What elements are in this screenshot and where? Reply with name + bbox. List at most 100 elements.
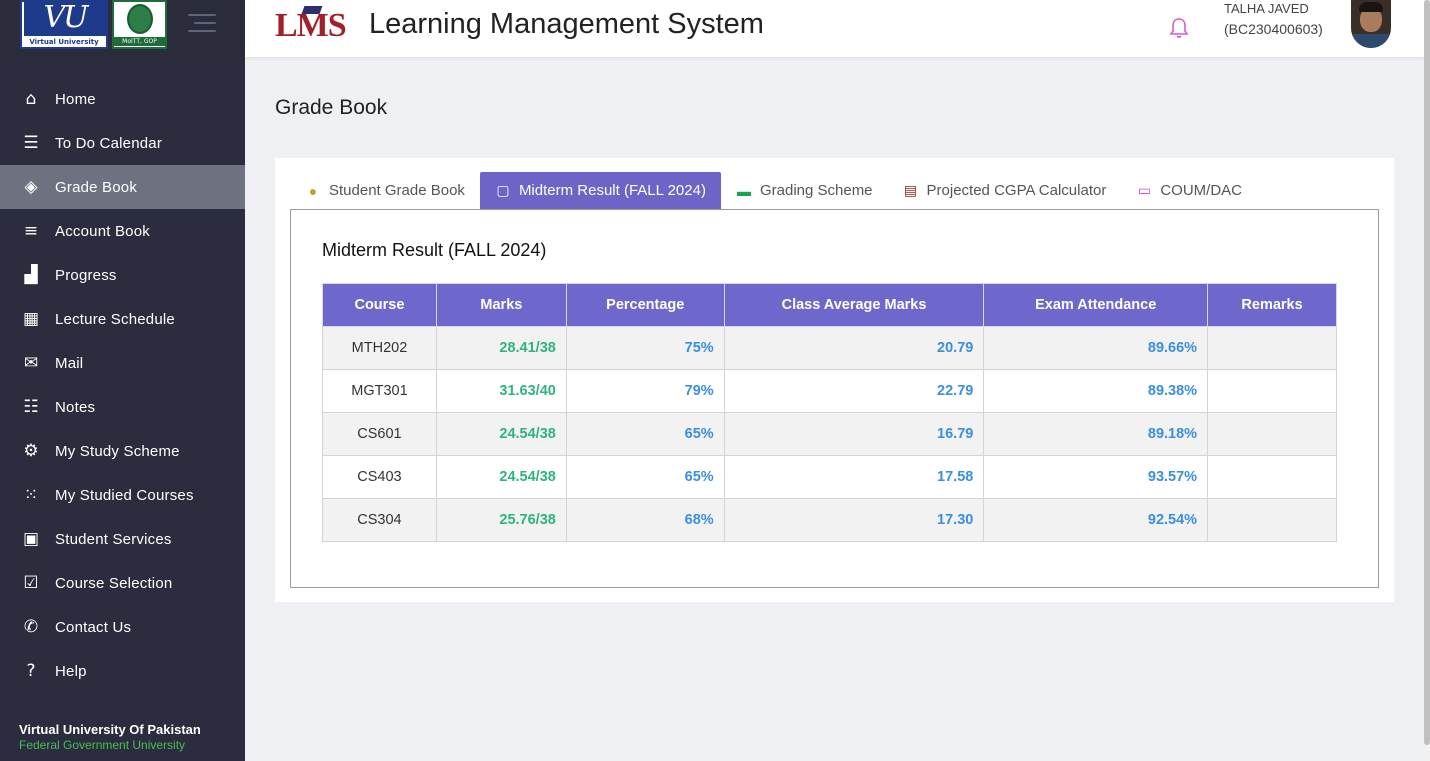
table-body: MTH202 28.41/38 75% 20.79 89.66% MGT301 31.63/…: [322, 326, 1337, 542]
tab-projected-cgpa-calculator[interactable]: ▤ Projected CGPA Calculator: [888, 172, 1122, 209]
sidebar-item-label: My Studied Courses: [55, 486, 194, 504]
result-title: Midterm Result (FALL 2024): [322, 240, 547, 260]
vu-logo[interactable]: VU Virtual University: [20, 0, 108, 49]
tab-midterm-result-fall-2024[interactable]: ▢ Midterm Result (FALL 2024): [479, 172, 721, 209]
sidebar-item-my-study-scheme[interactable]: ⚙ My Study Scheme: [0, 429, 245, 473]
sidebar-item-notes[interactable]: ☷ Notes: [0, 385, 245, 429]
sidebar-item-lecture-schedule[interactable]: ▦ Lecture Schedule: [0, 297, 245, 341]
sidebar-item-account-book[interactable]: ≡ Account Book: [0, 209, 245, 253]
checklist-icon: ☷: [23, 397, 39, 417]
column-header[interactable]: Exam Attendance: [983, 283, 1209, 327]
home-icon: ⌂: [25, 89, 37, 109]
table-row: MTH202 28.41/38 75% 20.79 89.66%: [322, 326, 1337, 370]
cell-remarks: [1207, 369, 1337, 413]
page-scrollbar[interactable]: [1424, 0, 1430, 761]
question-icon: ?: [26, 661, 36, 681]
calculator-icon: ▤: [903, 182, 918, 198]
cell-marks: 24.54/38: [435, 455, 567, 499]
sidebar-item-course-selection[interactable]: ☑ Course Selection: [0, 561, 245, 605]
cell-attendance: 89.66%: [983, 326, 1209, 370]
menu-toggle-icon[interactable]: [188, 14, 216, 34]
sidebar-item-label: Mail: [55, 354, 84, 372]
sidebar-item-grade-book[interactable]: ◈ Grade Book: [0, 165, 245, 209]
cell-marks: 28.41/38: [435, 326, 567, 370]
lms-logo[interactable]: LMS: [275, 6, 347, 46]
bell-icon[interactable]: [1169, 17, 1189, 39]
mail-icon: ✉: [23, 353, 39, 373]
clipboard-icon: ▢: [496, 182, 510, 198]
cell-percentage: 79%: [565, 369, 725, 413]
tab-label: Student Grade Book: [329, 182, 465, 199]
column-header[interactable]: Marks: [435, 283, 567, 327]
sidebar-item-label: Contact Us: [55, 618, 132, 636]
user-name: TALHA JAVED: [1224, 1, 1309, 16]
cell-percentage: 75%: [565, 326, 725, 370]
avatar[interactable]: [1351, 0, 1391, 48]
cell-marks: 25.76/38: [435, 498, 567, 542]
scrollbar-thumb[interactable]: [1424, 0, 1430, 745]
sidebar-item-label: My Study Scheme: [55, 442, 180, 460]
gear-icon: ⚙: [23, 441, 39, 461]
cell-percentage: 68%: [565, 498, 725, 542]
column-header[interactable]: Remarks: [1207, 283, 1337, 327]
tab-label: Projected CGPA Calculator: [926, 182, 1107, 199]
sidebar-item-home[interactable]: ⌂ Home: [0, 77, 245, 121]
vu-logo-text: Virtual University: [29, 38, 99, 46]
sidebar-item-label: Progress: [55, 266, 117, 284]
bag-icon: ▣: [22, 529, 40, 549]
column-header[interactable]: Course: [322, 283, 437, 327]
sidebar-item-label: Grade Book: [55, 178, 138, 196]
column-header[interactable]: Percentage: [565, 283, 725, 327]
grid-icon: ⁙: [23, 485, 39, 505]
cell-course: CS601: [322, 412, 437, 456]
list-icon: ☰: [23, 133, 39, 153]
vu-logo-mark: VU: [24, 0, 106, 36]
sidebar-item-contact-us[interactable]: ✆ Contact Us: [0, 605, 245, 649]
calendar-check-icon: ☑: [23, 573, 39, 593]
tab-grading-scheme[interactable]: ▬ Grading Scheme: [721, 172, 888, 209]
app-title: Learning Management System: [369, 8, 764, 40]
cell-class-avg: 17.58: [723, 455, 985, 499]
logo-area: VU Virtual University MoITT, GOP: [0, 0, 245, 57]
sidebar-item-progress[interactable]: ▟ Progress: [0, 253, 245, 297]
sidebar-item-help[interactable]: ? Help: [0, 649, 245, 693]
sliders-icon: ≡: [23, 221, 39, 241]
gop-logo: MoITT, GOP: [112, 0, 167, 49]
sidebar-item-student-services[interactable]: ▣ Student Services: [0, 517, 245, 561]
cell-remarks: [1207, 326, 1337, 370]
cell-course: MGT301: [322, 369, 437, 413]
cell-class-avg: 16.79: [723, 412, 985, 456]
cell-class-avg: 20.79: [723, 326, 985, 370]
cell-attendance: 93.57%: [983, 455, 1209, 499]
sidebar-nav: ⌂ Home ☰ To Do Calendar ◈ Grade Book ≡ Account …: [0, 77, 245, 693]
cell-course: MTH202: [322, 326, 437, 370]
phone-icon: ✆: [23, 617, 39, 637]
cell-remarks: [1207, 455, 1337, 499]
sidebar-item-to-do-calendar[interactable]: ☰ To Do Calendar: [0, 121, 245, 165]
tab-panel: Midterm Result (FALL 2024) Course Marks Pe…: [290, 209, 1379, 588]
top-header: LMS Learning Management System TALHA JAV…: [245, 0, 1424, 57]
gop-logo-text: MoITT, GOP: [114, 37, 165, 46]
table-row: CS304 25.76/38 68% 17.30 92.54%: [322, 498, 1337, 542]
tab-bar: ● Student Grade Book ▢ Midterm Result (FALL…: [290, 172, 1257, 209]
graduation-cap-icon: [301, 6, 323, 14]
column-header[interactable]: Class Average Marks: [723, 283, 985, 327]
cell-class-avg: 22.79: [723, 369, 985, 413]
cell-course: CS403: [322, 455, 437, 499]
book-icon: ▬: [736, 182, 751, 199]
cell-percentage: 65%: [565, 412, 725, 456]
cell-attendance: 89.18%: [983, 412, 1209, 456]
sidebar-item-mail[interactable]: ✉ Mail: [0, 341, 245, 385]
id-card-icon: ▭: [1137, 182, 1151, 198]
footer-subtitle: Federal Government University: [19, 738, 186, 752]
tab-student-grade-book[interactable]: ● Student Grade Book: [290, 172, 480, 209]
tab-coum-dac[interactable]: ▭ COUM/DAC: [1121, 172, 1257, 209]
user-id: (BC230400603): [1224, 21, 1323, 37]
sidebar-footer: Virtual University Of Pakistan Federal G…: [19, 722, 239, 752]
cell-percentage: 65%: [565, 455, 725, 499]
cell-marks: 24.54/38: [435, 412, 567, 456]
sidebar-item-my-studied-courses[interactable]: ⁙ My Studied Courses: [0, 473, 245, 517]
table-row: CS403 24.54/38 65% 17.58 93.57%: [322, 455, 1337, 499]
sidebar-item-label: Student Services: [55, 530, 172, 548]
tab-label: Grading Scheme: [759, 182, 873, 199]
